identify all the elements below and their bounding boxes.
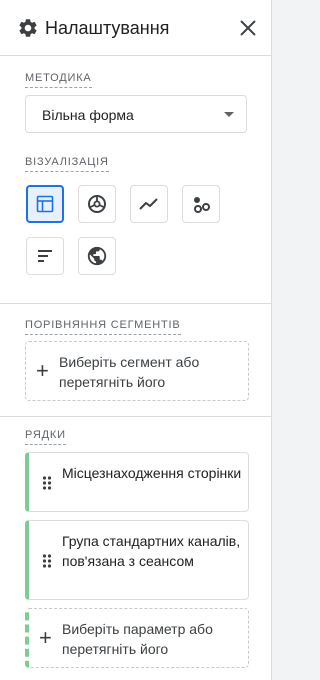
plus-icon: + — [39, 625, 52, 650]
donut-chart-icon — [88, 195, 106, 213]
segment-dropzone[interactable]: + Виберіть сегмент або перетягніть його — [25, 341, 249, 401]
drag-handle-icon[interactable] — [42, 554, 52, 568]
line-chart-icon — [139, 198, 158, 210]
visualization-label: ВІЗУАЛІЗАЦІЯ — [25, 155, 109, 172]
panel-header: Налаштування — [0, 0, 272, 56]
divider — [0, 416, 272, 417]
viz-line-button[interactable] — [130, 185, 168, 223]
viz-table-button[interactable] — [26, 185, 64, 223]
drag-handle-icon[interactable] — [42, 476, 52, 490]
technique-label: МЕТОДИКА — [25, 71, 92, 88]
segments-label: ПОРІВНЯННЯ СЕГМЕНТІВ — [25, 318, 181, 335]
rows-label: РЯДКИ — [25, 428, 66, 445]
row-chip-label: Група стандартних каналів, пов'язана з с… — [62, 533, 241, 569]
globe-icon — [87, 246, 107, 266]
scatter-chart-icon — [194, 197, 210, 213]
row-chip[interactable]: Група стандартних каналів, пов'язана з с… — [25, 520, 249, 600]
technique-selected-value: Вільна форма — [42, 107, 134, 123]
viz-map-button[interactable] — [78, 237, 116, 275]
plus-icon: + — [36, 358, 49, 383]
close-icon[interactable] — [237, 17, 259, 39]
dimension-dropzone-text: Виберіть параметр або перетягніть його — [62, 621, 213, 657]
gear-icon — [19, 19, 37, 37]
viz-bar-button[interactable] — [26, 237, 64, 275]
divider — [0, 303, 272, 304]
row-chip-label: Місцезнаходження сторінки — [62, 465, 242, 481]
row-chip[interactable]: Місцезнаходження сторінки — [25, 452, 249, 512]
panel-title: Налаштування — [45, 18, 170, 38]
technique-select[interactable]: Вільна форма — [25, 95, 247, 133]
chevron-down-icon — [224, 112, 234, 117]
viz-scatter-button[interactable] — [182, 185, 220, 223]
table-icon — [36, 195, 54, 213]
bar-chart-icon — [38, 250, 52, 262]
segment-dropzone-text: Виберіть сегмент або перетягніть його — [59, 354, 200, 390]
settings-panel: Налаштування МЕТОДИКА Вільна форма ВІЗУА… — [0, 0, 272, 680]
dimension-dropzone[interactable]: + Виберіть параметр або перетягніть його — [25, 608, 249, 668]
viz-donut-button[interactable] — [78, 185, 116, 223]
